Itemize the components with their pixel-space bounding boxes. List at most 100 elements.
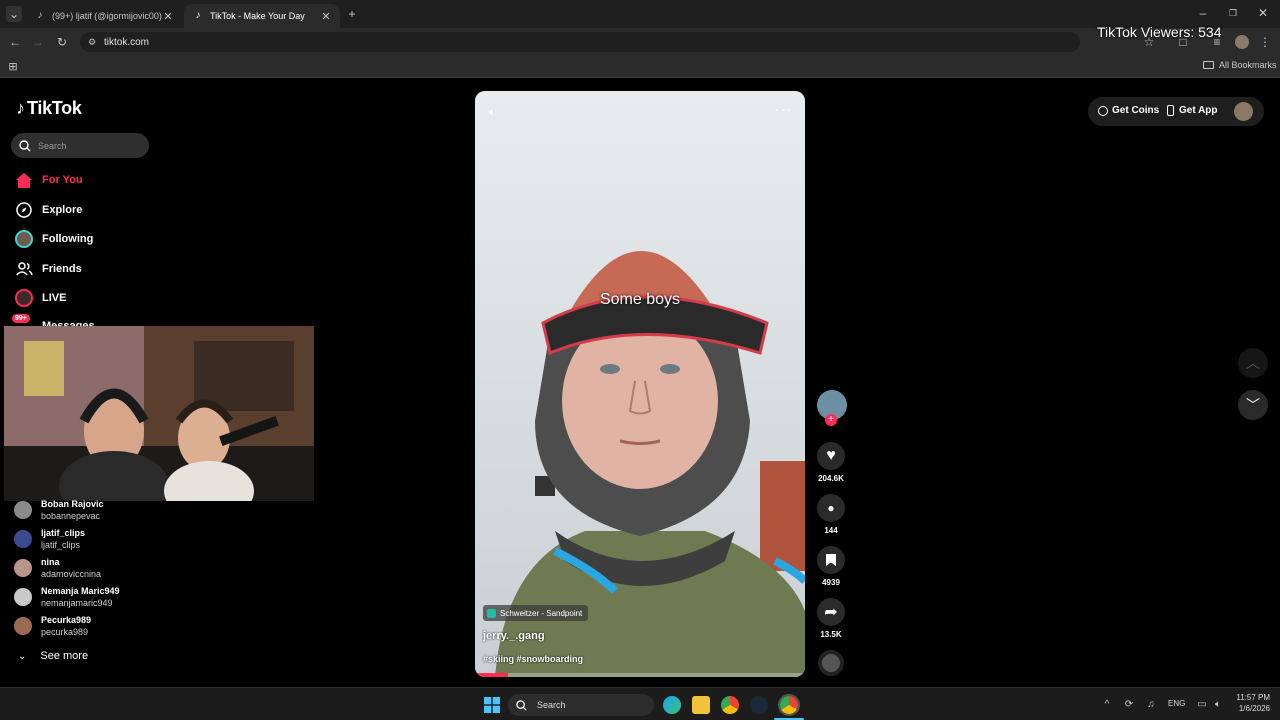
file-explorer-icon[interactable] — [692, 696, 710, 714]
get-coins-button[interactable]: Get Coins — [1098, 105, 1159, 116]
search-input[interactable]: Search — [11, 133, 149, 158]
account-handle: nemanjamaric949 — [41, 598, 113, 608]
video-progress-bar[interactable] — [475, 673, 805, 677]
get-app-button[interactable]: Get App — [1167, 105, 1218, 116]
creator-avatar-button[interactable]: + — [817, 390, 847, 426]
like-button[interactable]: ♥ 204.6K — [817, 442, 845, 483]
tab-list-icon[interactable]: ⌄ — [6, 6, 22, 22]
menu-icon[interactable]: ⋮ — [1258, 34, 1272, 50]
minimize-icon[interactable]: – — [1196, 5, 1210, 21]
save-button[interactable]: 4939 — [817, 546, 845, 587]
chrome-icon[interactable] — [721, 696, 739, 714]
comment-icon: ● — [817, 494, 845, 522]
url-text: tiktok.com — [104, 36, 150, 48]
chevron-up-icon: ︿ — [1246, 355, 1260, 371]
nav-label: LIVE — [42, 292, 67, 304]
search-icon — [516, 699, 527, 711]
windows-start-icon[interactable] — [484, 697, 500, 713]
tab-ljatif[interactable]: ♪ (99+) ljatif (@igormijovic00) | Ti ✕ — [26, 4, 182, 28]
nav-for-you[interactable]: For You — [14, 170, 83, 190]
sound-disc[interactable] — [817, 650, 845, 676]
following-account[interactable]: Boban Rajovic bobannepevac — [14, 499, 104, 522]
video-frame-image — [475, 91, 805, 677]
reload-icon[interactable]: ↻ — [54, 34, 70, 50]
video-text-overlay: Some boys — [599, 291, 681, 308]
video-hashtags[interactable]: #skiing #snowboarding — [483, 654, 583, 664]
phone-icon — [1167, 105, 1174, 116]
home-icon — [14, 170, 34, 190]
see-more-button[interactable]: ⌄ See more — [18, 650, 88, 662]
tiktok-icon: ♪ — [195, 10, 201, 21]
comment-button[interactable]: ● 144 — [817, 494, 845, 535]
location-label: Schweitzer - Sandpoint — [500, 608, 583, 618]
close-icon[interactable]: ✕ — [320, 10, 332, 23]
maximize-icon[interactable]: ❐ — [1226, 5, 1240, 21]
network-icon[interactable]: ▭ — [1195, 697, 1209, 713]
language-indicator[interactable]: ENG — [1168, 699, 1185, 708]
address-bar[interactable]: ⚙ tiktok.com — [80, 32, 1080, 52]
close-icon[interactable]: ✕ — [162, 10, 174, 23]
following-account[interactable]: Pecurka989 pecurka989 — [14, 615, 91, 638]
previous-video-button[interactable]: ︿ — [1238, 348, 1268, 378]
windows-taskbar: Search ^ ⟳ ♫ ENG ▭ 🔈︎ 11:57 PM 1/6/2026 — [0, 687, 1280, 720]
chrome-active-icon[interactable] — [778, 694, 800, 716]
mute-icon[interactable]: 🔈︎ — [489, 105, 496, 120]
heart-icon: ♥ — [817, 442, 845, 470]
avatar — [14, 559, 32, 577]
like-count: 204.6K — [818, 474, 844, 483]
new-tab-icon[interactable]: + — [344, 6, 360, 22]
account-handle: pecurka989 — [41, 627, 89, 637]
following-account[interactable]: nina adamoviccnina — [14, 557, 101, 580]
avatar — [14, 501, 32, 519]
video-author[interactable]: jerry._.gang — [483, 630, 545, 642]
nav-explore[interactable]: Explore — [14, 200, 82, 220]
clock-date: 1/6/2026 — [1238, 704, 1270, 713]
messages-badge: 99+ — [12, 314, 30, 323]
tab-title: TikTok - Make Your Day — [210, 11, 305, 21]
nav-following[interactable]: Following — [14, 229, 93, 249]
tiktok-note-icon: ♪ — [16, 98, 25, 118]
account-name: Boban Rajovic — [41, 499, 104, 509]
steam-icon[interactable] — [750, 696, 768, 714]
location-pin-icon — [487, 608, 496, 618]
following-account[interactable]: Nemanja Maric949 nemanjamaric949 — [14, 586, 120, 609]
video-player[interactable]: 🔈︎ ··· Some boys Schweitzer - Sandpoint … — [475, 91, 805, 677]
forward-icon[interactable]: → — [30, 34, 46, 50]
chevron-down-icon: ﹀ — [1246, 397, 1260, 413]
folder-icon — [1203, 61, 1214, 69]
volume-icon[interactable]: 🔈︎ — [1211, 697, 1225, 713]
tray-sync-icon[interactable]: ⟳ — [1122, 697, 1136, 713]
window-close-icon[interactable]: ✕ — [1256, 5, 1270, 21]
microphone-icon[interactable]: ♫ — [1144, 697, 1158, 713]
live-icon — [14, 288, 34, 308]
next-video-button[interactable]: ﹀ — [1238, 390, 1268, 420]
following-account[interactable]: ljatif_clips ljatif_clips — [14, 528, 85, 551]
location-tag[interactable]: Schweitzer - Sandpoint — [483, 605, 589, 621]
site-settings-icon[interactable]: ⚙ — [86, 34, 98, 50]
apps-grid-icon[interactable]: ⊞ — [6, 59, 20, 75]
follow-plus-icon[interactable]: + — [825, 414, 837, 426]
taskbar-search[interactable]: Search — [508, 694, 654, 716]
nav-live[interactable]: LIVE — [14, 288, 66, 308]
profile-avatar[interactable] — [1235, 35, 1249, 49]
more-options-icon[interactable]: ··· — [775, 101, 792, 117]
account-handle: ljatif_clips — [41, 540, 81, 550]
account-handle: adamoviccnina — [41, 569, 102, 579]
coin-icon — [1098, 105, 1108, 116]
all-bookmarks[interactable]: All Bookmarks — [1203, 60, 1277, 70]
clock[interactable]: 11:57 PM 1/6/2026 — [1232, 692, 1270, 714]
back-icon[interactable]: ← — [7, 34, 23, 50]
tiktok-logo[interactable]: ♪ TikTok — [16, 98, 82, 119]
tab-tiktok-active[interactable]: ♪ TikTok - Make Your Day ✕ — [184, 4, 340, 28]
tiktok-page: ♪ TikTok Search For You Explore Followin… — [0, 80, 1280, 687]
get-app-label: Get App — [1179, 105, 1218, 116]
edge-icon[interactable] — [663, 696, 681, 714]
share-button[interactable]: ➦ 13.5K — [817, 598, 845, 639]
viewers-overlay: TikTok Viewers: 534 — [1097, 24, 1222, 40]
nav-friends[interactable]: Friends — [14, 259, 82, 279]
user-avatar[interactable] — [1234, 102, 1253, 121]
account-handle: bobannepevac — [41, 511, 101, 521]
tab-title: (99+) ljatif (@igormijovic00) | Ti — [52, 11, 162, 21]
chevron-down-icon: ⌄ — [18, 650, 27, 662]
tray-chevron-icon[interactable]: ^ — [1101, 697, 1113, 713]
